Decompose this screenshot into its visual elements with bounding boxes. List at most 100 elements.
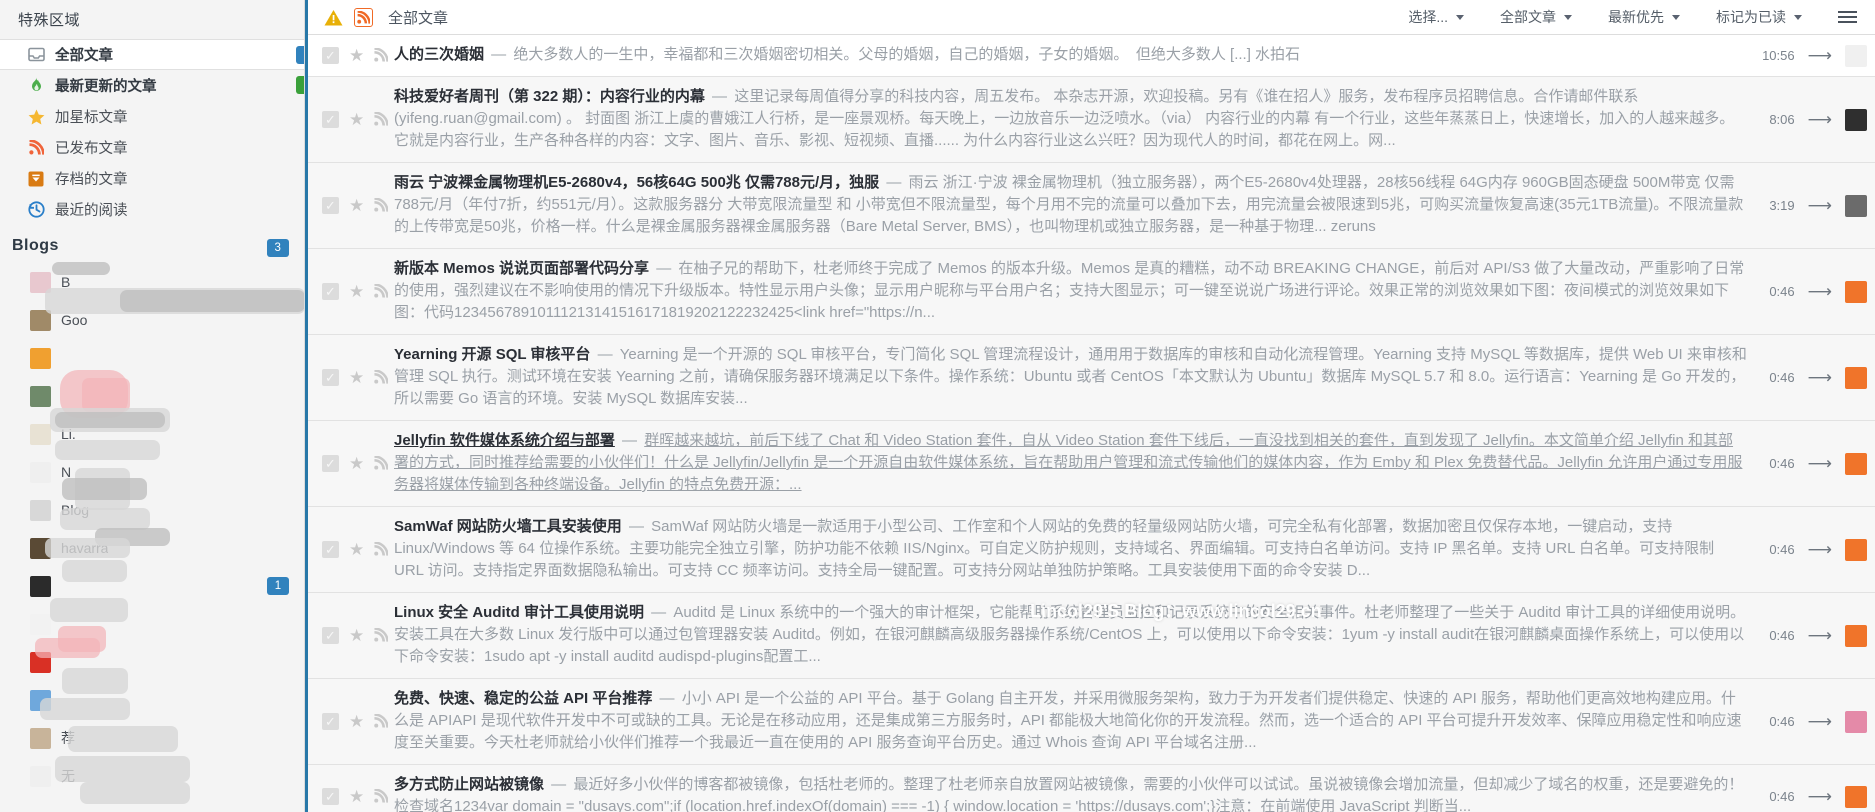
article-headline[interactable]: 人的三次婚姻 — 绝大多数人的一生中，幸福都和三次婚姻密切相关。父母的婚姻，自己… <box>394 44 1747 66</box>
article-title-separator: — <box>882 174 906 191</box>
star-icon[interactable]: ★ <box>349 111 364 128</box>
rss-icon[interactable] <box>374 196 390 214</box>
article-row[interactable]: ✓ ★ 新版本 Memos 说说页面部署代码分享 — 在柚子兄的帮助下，杜老师终于完… <box>308 249 1875 335</box>
sidebar-blog-item-6[interactable]: Blog <box>0 491 304 529</box>
article-row[interactable]: ✓ ★ Linux 安全 Auditd 审计工具使用说明 — Auditd 是 Li… <box>308 593 1875 679</box>
star-icon[interactable]: ★ <box>349 369 364 386</box>
star-icon[interactable]: ★ <box>349 47 364 64</box>
sidebar-blog-item-10[interactable] <box>0 643 304 681</box>
arrow-right-icon[interactable]: ⟶ <box>1808 47 1832 64</box>
read-checkbox[interactable]: ✓ <box>322 111 339 128</box>
arrow-right-icon[interactable]: ⟶ <box>1808 455 1832 472</box>
article-row[interactable]: ✓ ★ 多方式防止网站被镜像 — 最近好多小伙伴的博客都被镜像，包括杜老师的。整理了… <box>308 765 1875 812</box>
mark-read-dropdown[interactable]: 标记为已读 <box>1698 7 1820 27</box>
article-headline[interactable]: 新版本 Memos 说说页面部署代码分享 — 在柚子兄的帮助下，杜老师终于完成了… <box>394 258 1747 324</box>
sidebar-blog-item-0[interactable]: B <box>0 263 304 301</box>
article-headline[interactable]: Jellyfin 软件媒体系统介绍与部署 — 群晖越来越坑，前后下线了 Chat… <box>394 430 1747 496</box>
fire-icon <box>26 77 46 95</box>
arrow-right-icon[interactable]: ⟶ <box>1808 713 1832 730</box>
rss-icon[interactable] <box>374 454 390 472</box>
article-title: 新版本 Memos 说说页面部署代码分享 <box>394 260 650 277</box>
avatar <box>30 347 51 369</box>
star-icon[interactable]: ★ <box>349 541 364 558</box>
read-checkbox[interactable]: ✓ <box>322 455 339 472</box>
sidebar-blog-item-5[interactable]: N <box>0 453 304 491</box>
sort-dropdown[interactable]: 最新优先 <box>1590 7 1698 27</box>
arrow-right-icon[interactable]: ⟶ <box>1808 788 1832 805</box>
sidebar-blog-item-1[interactable]: Goo <box>0 301 304 339</box>
sidebar-item-4[interactable]: 存档的文章 <box>0 163 304 194</box>
rss-icon[interactable] <box>374 110 390 128</box>
article-body: 科技爱好者周刊（第 322 期）：内容行业的内幕 — 这里记录每周值得分享的科技… <box>394 77 1757 162</box>
article-row[interactable]: ✓ ★ 人的三次婚姻 — 绝大多数人的一生中，幸福都和三次婚姻密切相关。父母的婚姻，… <box>308 35 1875 77</box>
article-headline[interactable]: 雨云 宁波裸金属物理机E5-2680v4，56核64G 500兆 仅需788元/… <box>394 172 1747 238</box>
read-checkbox[interactable]: ✓ <box>322 369 339 386</box>
sidebar-blog-item-9[interactable] <box>0 605 304 643</box>
sidebar-blog-item-2[interactable] <box>0 339 304 377</box>
star-icon[interactable]: ★ <box>349 788 364 805</box>
sidebar-item-label: 最新更新的文章 <box>55 79 157 95</box>
article-row[interactable]: ✓ ★ Yearning 开源 SQL 审核平台 — Yearning 是一个开源的… <box>308 335 1875 421</box>
sidebar-blog-item-13[interactable]: 无 <box>0 757 304 795</box>
sidebar-blog-item-3[interactable] <box>0 377 304 415</box>
rss-icon[interactable] <box>374 540 390 558</box>
article-row[interactable]: ✓ ★ 免费、快速、稳定的公益 API 平台推荐 — 小小 API 是一个公益的 A… <box>308 679 1875 765</box>
read-checkbox[interactable]: ✓ <box>322 47 339 64</box>
sidebar-item-3[interactable]: 已发布文章 <box>0 132 304 163</box>
article-headline[interactable]: 科技爱好者周刊（第 322 期）：内容行业的内幕 — 这里记录每周值得分享的科技… <box>394 86 1747 152</box>
sidebar-item-2[interactable]: 加星标文章 <box>0 101 304 132</box>
article-row[interactable]: ✓ ★ Jellyfin 软件媒体系统介绍与部署 — 群晖越来越坑，前后下线了 Ch… <box>308 421 1875 507</box>
article-headline[interactable]: 免费、快速、稳定的公益 API 平台推荐 — 小小 API 是一个公益的 API… <box>394 688 1747 754</box>
article-headline[interactable]: Linux 安全 Auditd 审计工具使用说明 — Auditd 是 Linu… <box>394 602 1747 668</box>
select-dropdown[interactable]: 选择... <box>1390 7 1482 27</box>
rss-icon[interactable] <box>374 368 390 386</box>
select-dropdown-label: 选择... <box>1408 9 1448 25</box>
sidebar-item-0[interactable]: 全部文章 3 <box>0 39 304 70</box>
arrow-right-icon[interactable]: ⟶ <box>1808 627 1832 644</box>
sidebar-blog-item-7[interactable]: havarra <box>0 529 304 567</box>
article-headline[interactable]: 多方式防止网站被镜像 — 最近好多小伙伴的博客都被镜像，包括杜老师的。整理了杜老… <box>394 774 1747 812</box>
read-checkbox[interactable]: ✓ <box>322 627 339 644</box>
read-checkbox[interactable]: ✓ <box>322 788 339 805</box>
sidebar-blog-label: N <box>61 464 72 480</box>
sidebar-blog-list: B Goo Li. N Blog havarra 1 荐无 <box>0 263 304 795</box>
article-row[interactable]: ✓ ★ 科技爱好者周刊（第 322 期）：内容行业的内幕 — 这里记录每周值得分享的… <box>308 77 1875 163</box>
article-title-separator: — <box>547 776 571 793</box>
rss-icon[interactable] <box>374 712 390 730</box>
sidebar-blog-item-4[interactable]: Li. <box>0 415 304 453</box>
read-checkbox[interactable]: ✓ <box>322 283 339 300</box>
arrow-right-icon[interactable]: ⟶ <box>1808 197 1832 214</box>
rss-icon[interactable] <box>374 787 390 805</box>
sidebar-blog-item-11[interactable] <box>0 681 304 719</box>
star-icon[interactable]: ★ <box>349 197 364 214</box>
sidebar-section-special-title: 特殊区域 <box>18 12 81 29</box>
read-checkbox[interactable]: ✓ <box>322 197 339 214</box>
article-row[interactable]: ✓ ★ SamWaf 网站防火墙工具安装使用 — SamWaf 网站防火墙是一款适用… <box>308 507 1875 593</box>
rss-icon[interactable] <box>374 282 390 300</box>
sidebar-blog-item-12[interactable]: 荐 <box>0 719 304 757</box>
star-icon[interactable]: ★ <box>349 627 364 644</box>
read-checkbox[interactable]: ✓ <box>322 713 339 730</box>
read-checkbox[interactable]: ✓ <box>322 541 339 558</box>
sidebar-item-5[interactable]: 最近的阅读 <box>0 194 304 225</box>
sidebar-special-list: 全部文章 3 最新更新的文章 3 加星标文章已发布文章存档的文章最近的阅读 <box>0 39 304 225</box>
star-icon[interactable]: ★ <box>349 713 364 730</box>
sidebar-blog-item-8[interactable]: 1 <box>0 567 304 605</box>
rss-icon[interactable] <box>374 46 390 64</box>
sidebar-item-1[interactable]: 最新更新的文章 3 <box>0 70 304 101</box>
star-icon[interactable]: ★ <box>349 283 364 300</box>
arrow-right-icon[interactable]: ⟶ <box>1808 369 1832 386</box>
article-headline[interactable]: SamWaf 网站防火墙工具安装使用 — SamWaf 网站防火墙是一款适用于小… <box>394 516 1747 582</box>
arrow-right-icon[interactable]: ⟶ <box>1808 541 1832 558</box>
article-controls: ✓ ★ <box>308 507 394 592</box>
rss-icon[interactable] <box>374 626 390 644</box>
arrow-right-icon[interactable]: ⟶ <box>1808 283 1832 300</box>
article-headline[interactable]: Yearning 开源 SQL 审核平台 — Yearning 是一个开源的 S… <box>394 344 1747 410</box>
hamburger-icon[interactable] <box>1820 11 1863 23</box>
star-icon[interactable]: ★ <box>349 455 364 472</box>
feed-avatar <box>1845 538 1867 561</box>
article-row[interactable]: ✓ ★ 雨云 宁波裸金属物理机E5-2680v4，56核64G 500兆 仅需788… <box>308 163 1875 249</box>
article-body: Linux 安全 Auditd 审计工具使用说明 — Auditd 是 Linu… <box>394 593 1757 678</box>
arrow-right-icon[interactable]: ⟶ <box>1808 111 1832 128</box>
filter-dropdown[interactable]: 全部文章 <box>1482 7 1590 27</box>
